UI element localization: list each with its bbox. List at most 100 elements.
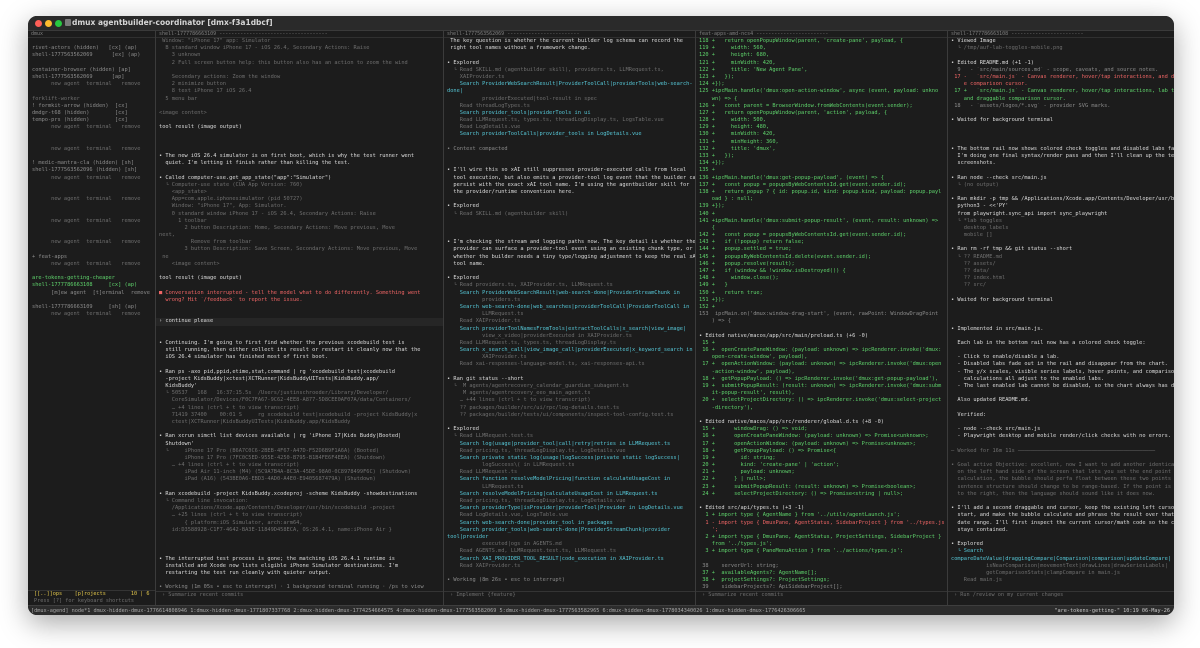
status-clock: "are-tokens-getting-" 10:19 06-May-26 [1050,606,1170,615]
close-window-button[interactable] [35,20,42,27]
transcript-line: 136 +ipcMain.handle('dmux:get-popup-payl… [699,174,884,181]
transcript-line: wn) => { [699,95,738,102]
status-windows-list[interactable]: [dmux-agend] node*1 dmux-hidden-dmux-177… [28,608,806,614]
transcript-line: next, [159,232,175,239]
transcript-line: • Goal active Objective: excellent, now … [951,462,1174,469]
transcript-line: 23 + submitPopupResult: (result: unknown… [699,483,916,490]
transcript-line: 15 + windowDrag: () => void; [699,426,808,433]
transcript-line [444,232,695,239]
transcript-line [948,419,1174,426]
transcript-line: isNearComparison|movementText|drawLines|… [951,562,1168,569]
prompt-line: › Summarize recent commits [702,592,784,598]
transcript-line: 126 + const parent = BrowserWindow.fromW… [699,102,913,109]
transcript-line: • Ran ps -axo pid,ppid,etime,stat,comman… [159,368,395,375]
sidebar-item [28,203,155,210]
transcript-line: ?? packages/builder/src/ui/rpc/log-detai… [447,404,620,411]
transcript-line: Search function resolveModelPricing|func… [447,476,671,483]
transcript-line: LLMRequest.ts [447,311,524,318]
transcript-line: 144 + popup.settled = true; [699,246,792,253]
transcript-line: 143 + if (!popup) return false; [699,239,805,246]
transcript-line: The key question is whether the current … [447,38,683,44]
tmux-status-bar[interactable]: [dmux-agend] node*1 dmux-hidden-dmux-177… [28,605,1174,615]
transcript-line: 18 + getPopupPayload: () => ipcRenderer.… [699,375,939,382]
sidebar-item: shell-1777563562069 [ap] [32,73,125,80]
transcript-line: └ iPhone 17 Pro (B6A7C0C6-2BEB-4F67-A47D… [159,447,380,454]
sidebar-list[interactable]: rivet-actors (hidden) [cx] (ap) shell-177… [28,38,155,318]
transcript-line: 19 + id: string; [699,454,776,461]
transcript-line: • Called computer-use.get_app_state("app… [159,174,332,181]
transcript-line: -action-window', payload), [699,368,795,375]
transcript-line: Each lab in the bottom rail now has a co… [951,339,1146,346]
transcript-line [948,290,1174,297]
transcript-line: XAIProvider.ts [447,354,527,361]
transcript-line: App=com.apple.iphonesimulator (pid 50727… [159,196,303,203]
pane-header: feat-apps-amd-ncs4 ---------------------… [696,31,947,38]
transcript-line [156,333,443,340]
transcript-line: iPad (A16) (543BE0A6-EBD3-4AD0-A4E0-E940… [159,476,376,483]
transcript-line: 135 + [699,167,715,174]
transcript-line: quiet. I'm letting it finish rather than… [159,160,351,167]
terminal-pane-kids-buddy[interactable]: shell-1777786663109 --------------------… [156,31,443,591]
transcript-line: 38 + projectSettings?: ProjectSettings; [699,577,830,584]
terminal-pane-agentbuilder[interactable]: shell-1777563562069 --------------------… [444,31,695,591]
zoom-window-button[interactable] [55,20,62,27]
transcript-line: • Ran mkdir -p tmp && /Applications/Xcod… [951,196,1174,203]
dmux-sidebar[interactable]: dmux rivet-actors (hidden) [cx] (ap) shel… [28,31,155,591]
transcript-line [696,326,947,333]
transcript-line: ne [159,253,169,260]
transcript-line: Read xai-responses-language-model.ts, xa… [447,361,645,368]
transcript-line: Search web-search-done|web_searches|prov… [447,303,690,310]
transcript-line: date range. I'll first inspect the curre… [951,519,1174,526]
transcript-line: view_x_video|providerExecuted in XAIProv… [447,332,632,339]
transcript-line: provider can surface a provider-tool eve… [447,246,693,253]
transcript-line: Window: "iPhone 17" app: Simulator [159,38,271,44]
minimize-window-button[interactable] [45,20,52,27]
transcript-line: Shutdown' [159,440,195,447]
transcript-line: … +4 lines (ctrl + t to view transcript) [159,462,300,469]
transcript-line: 137 + const popup = popupsByWebContentsI… [699,181,907,188]
transcript-line: Search providerToolNamesFromTools|extrac… [447,325,687,332]
transcript-line [948,441,1174,448]
sidebar-item: new agent terminal remove [32,145,141,152]
transcript-line: └ Read LLMRequest.test.ts [447,433,534,440]
transcript-line [696,556,947,563]
pane-transcript: 118 + return openPopupWindow(parent, 'cr… [696,38,947,591]
transcript-line: <image content> [159,260,220,267]
terminal-pane-are-tokens[interactable]: shell-1777786663108 --------------------… [948,31,1174,591]
transcript-line: 1 - import type { DmuxPane, AgentStatus,… [699,519,945,526]
transcript-line [444,153,695,160]
sidebar-item: ! medic-mantra-cla (hidden) [sh] [32,160,135,167]
terminal-pane-dmux[interactable]: feat-apps-amd-ncs4 ---------------------… [696,31,947,591]
transcript-line: Search log(usage|provider_tool|call|retr… [447,440,671,447]
transcript-line: e comparison cursor. [951,81,1028,88]
transcript-line: Search resolveModelPricing|calculateUsag… [447,490,658,497]
transcript-line: • Ran node --check src/main.js [951,174,1047,181]
transcript-line [948,405,1174,412]
sidebar-item: ! formkit-arrow (hidden) [cx] [32,102,128,109]
transcript-line: ?? index.html [951,275,1006,282]
transcript-line: 39 sidebarProjects?: ApiSidebarProject[]… [699,584,843,591]
transcript-line [948,498,1174,505]
transcript-line: 17 + openActionWindow: (payload: unknown… [699,440,916,447]
sidebar-item [28,268,155,275]
transcript-line: └ Search [951,548,983,555]
transcript-line [156,548,443,555]
transcript-line: to the right, then the language should s… [951,490,1156,497]
transcript-line: 9 - `src/main/sources.md` - scope, cavea… [951,66,1159,73]
transcript-line [156,268,443,275]
transcript-line: 16 + openCreatePaneWindow: (payload: unk… [699,347,942,354]
transcript-line: getComparisonStats|clampCompare in main.… [951,569,1121,576]
sidebar-item: dmdgr-t68 (hidden) [cx] [32,109,128,116]
sidebar-item: new agent terminal remove [32,311,141,318]
sidebar-item: new agent terminal remove [32,174,141,181]
transcript-line: tool|provider [447,533,489,540]
pane-transcript: • Viewed Image └ /tmp/auf-lab-toggles-mo… [948,38,1174,584]
transcript-line: 118 + return openPopupWindow(parent, 'cr… [699,38,904,44]
transcript-line: 37 + availableAgents?: AgentName[]; [699,569,817,576]
sidebar-footer-line: [[..]]ops [p]rojects 10 | 6 [34,591,150,597]
transcript-line: - Disabled labs fade out in the rail and… [951,361,1168,368]
transcript-line: Also updated README.md. [951,397,1031,404]
transcript-line [948,239,1174,246]
transcript-line: -directory'), [699,404,754,411]
transcript-line: 141 +ipcMain.handle('dmux:submit-popup-r… [699,217,939,224]
